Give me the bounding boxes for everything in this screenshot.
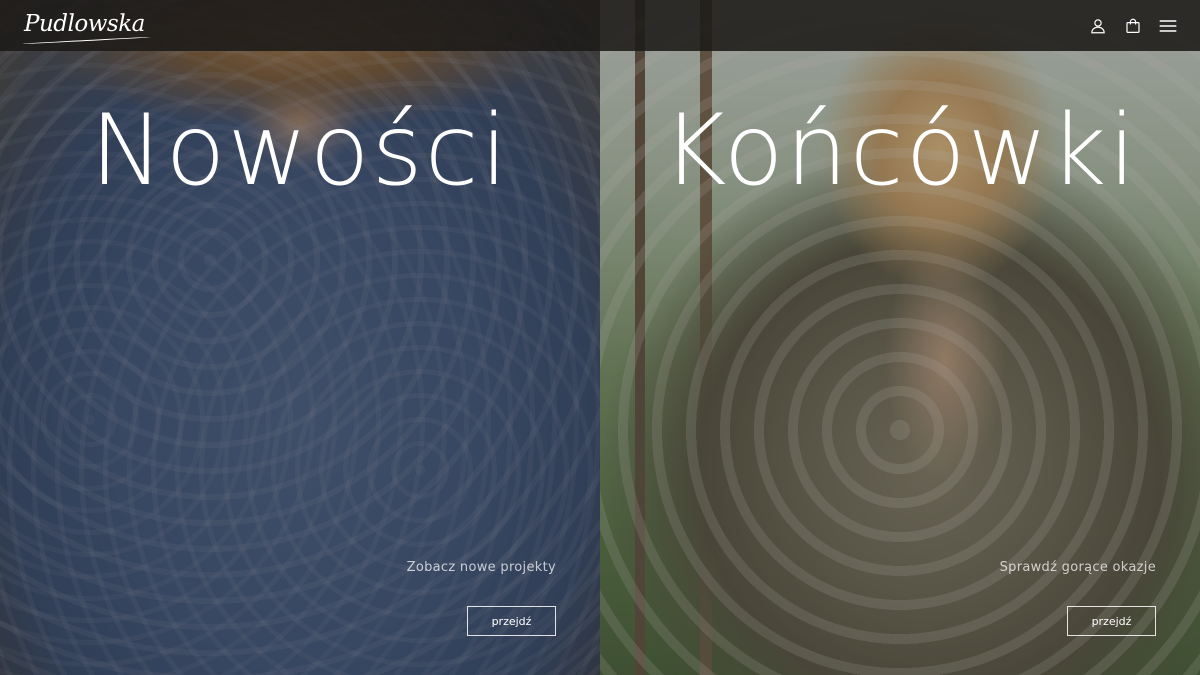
sale-panel[interactable]: Końcówki Sprawdź gorące okazje przejdź — [600, 0, 1200, 675]
new-arrivals-title: Nowości — [90, 94, 510, 208]
header-icons — [1088, 16, 1178, 36]
shopping-bag-icon[interactable] — [1123, 16, 1143, 36]
sale-title: Końcówki — [662, 94, 1138, 208]
new-arrivals-subtitle: Zobacz nowe projekty — [406, 560, 556, 575]
hamburger-menu-icon[interactable] — [1158, 16, 1178, 36]
sale-subtitle: Sprawdź gorące okazje — [999, 560, 1156, 575]
brand-logo[interactable]: Pudlowska — [24, 11, 145, 41]
new-arrivals-panel[interactable]: Nowości Zobacz nowe projekty przejdź — [0, 0, 600, 675]
user-icon[interactable] — [1088, 16, 1108, 36]
site-header: Pudlowska — [0, 0, 1200, 51]
new-arrivals-button[interactable]: przejdź — [467, 606, 556, 636]
sale-button[interactable]: przejdź — [1067, 606, 1156, 636]
